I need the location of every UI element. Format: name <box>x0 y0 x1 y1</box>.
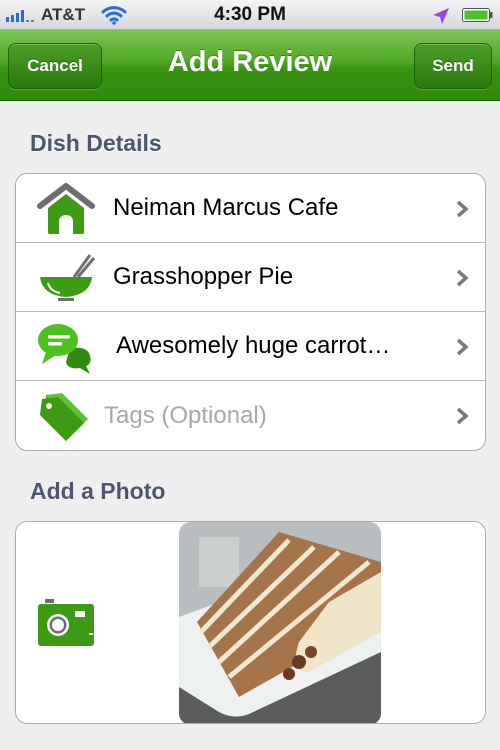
chevron-right-icon <box>456 200 469 218</box>
bowl-chopsticks-icon <box>40 254 96 301</box>
section-header-add-photo: Add a Photo <box>30 478 166 504</box>
chevron-right-icon <box>456 407 469 425</box>
photo-group[interactable] <box>15 521 486 724</box>
tags-placeholder: Tags (Optional) <box>104 401 267 429</box>
dish-photo[interactable] <box>179 522 381 723</box>
send-button[interactable]: Send <box>414 43 492 89</box>
chevron-right-icon <box>456 338 469 356</box>
speech-bubbles-icon <box>38 324 91 374</box>
navigation-bar: Cancel Add Review Send <box>0 30 500 101</box>
tag-icon <box>40 393 88 441</box>
review-row[interactable]: Awesomely huge carrot… <box>16 312 485 381</box>
home-icon <box>37 183 95 234</box>
battery-icon <box>462 8 493 22</box>
tags-row[interactable]: Tags (Optional) <box>16 381 485 450</box>
section-header-dish-details: Dish Details <box>30 130 162 156</box>
dish-row[interactable]: Grasshopper Pie <box>16 243 485 312</box>
restaurant-row[interactable]: Neiman Marcus Cafe <box>16 174 485 243</box>
location-arrow-icon <box>433 8 449 24</box>
camera-icon[interactable] <box>36 597 94 647</box>
restaurant-label: Neiman Marcus Cafe <box>113 194 339 221</box>
clock: 4:30 PM <box>214 4 286 25</box>
dish-photo-image <box>179 522 381 723</box>
review-label: Awesomely huge carrot… <box>116 332 391 359</box>
status-bar: AT&T 4:30 PM <box>0 0 500 30</box>
dish-details-group: Neiman Marcus Cafe Grasshopper Pie Aweso… <box>15 173 486 451</box>
chevron-right-icon <box>456 269 469 287</box>
dish-label: Grasshopper Pie <box>113 263 294 290</box>
